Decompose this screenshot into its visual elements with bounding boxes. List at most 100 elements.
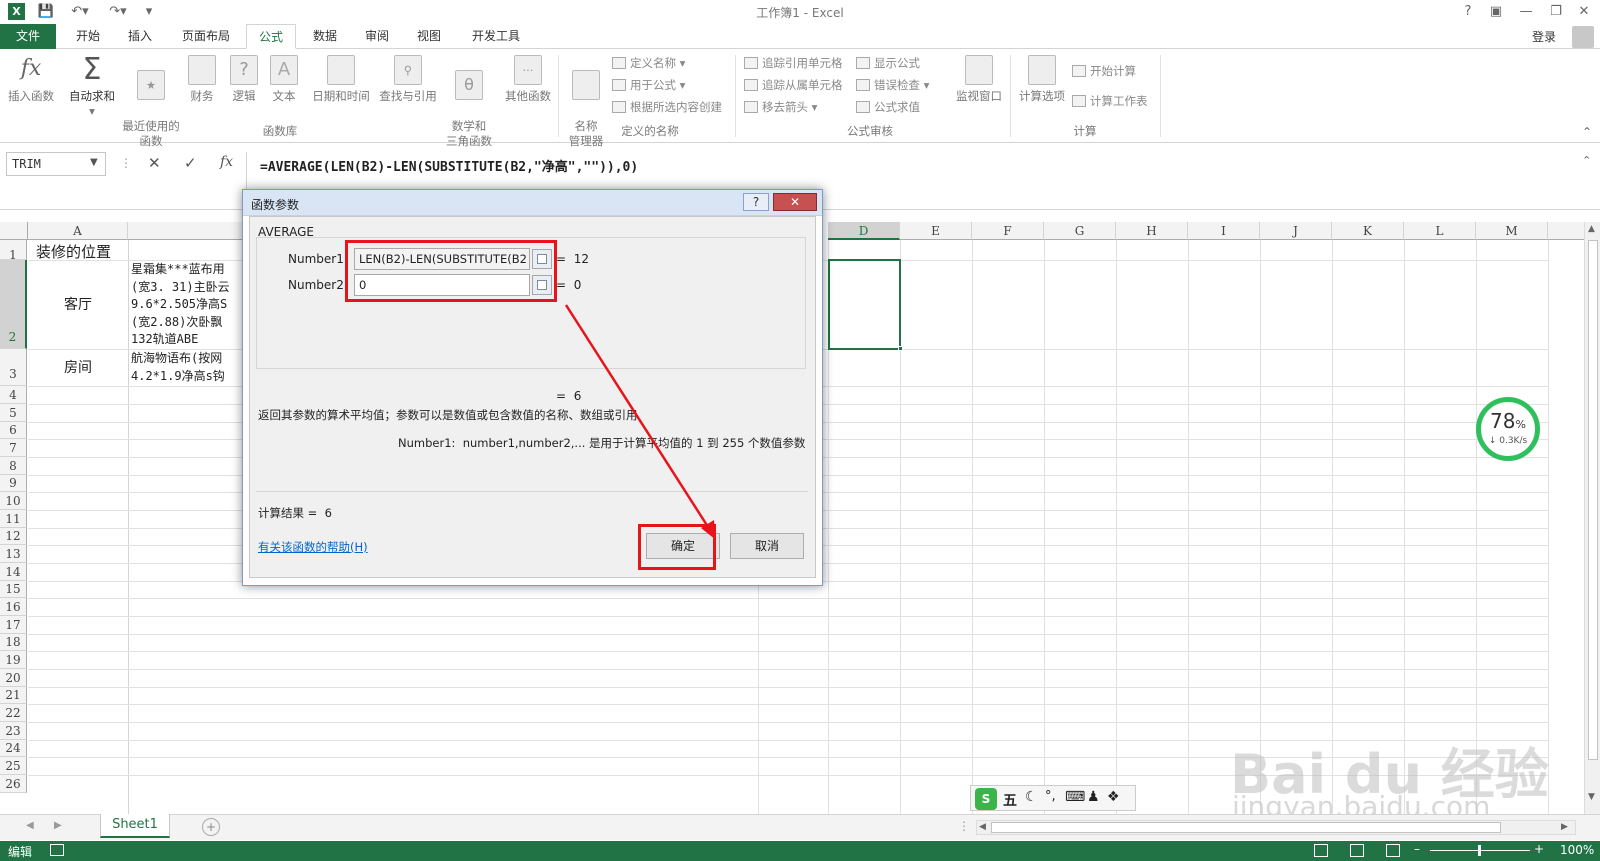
login-link[interactable]: 登录 <box>1532 28 1556 45</box>
recent-functions-button[interactable]: ★ 最近使用的 函数 <box>120 53 182 148</box>
column-header-k[interactable]: K <box>1332 222 1404 240</box>
error-checking-button[interactable]: 错误检查 ▾ <box>856 75 929 95</box>
cell-b2[interactable]: 星霜集***蓝布用 (宽3. 31)主卧云 9.6*2.505净高S (宽2.8… <box>131 261 251 349</box>
close-icon[interactable]: ✕ <box>1576 3 1592 21</box>
row-header-25[interactable]: 25 <box>0 757 27 775</box>
column-header-d[interactable]: D <box>828 222 900 240</box>
fill-handle[interactable] <box>898 346 903 351</box>
network-speed-widget[interactable]: 78% ↓ 0.3K/s <box>1476 397 1540 461</box>
restore-icon[interactable]: ❐ <box>1548 3 1564 21</box>
text-button[interactable]: A 文本 <box>268 53 300 129</box>
page-layout-view-icon[interactable] <box>1350 844 1364 857</box>
row-header-3[interactable]: 3 <box>0 349 27 386</box>
tab-developer[interactable]: 开发工具 <box>462 24 530 49</box>
column-header-m[interactable]: M <box>1476 222 1548 240</box>
row-header-21[interactable]: 21 <box>0 687 27 704</box>
row-header-20[interactable]: 20 <box>0 669 27 687</box>
page-break-view-icon[interactable] <box>1386 844 1400 857</box>
row-header-8[interactable]: 8 <box>0 457 27 475</box>
tab-home[interactable]: 开始 <box>64 24 112 49</box>
sheet-prev-icon[interactable]: ◀ <box>26 820 34 831</box>
row-header-11[interactable]: 11 <box>0 510 27 528</box>
horizontal-scrollbar[interactable]: ◀ ▶ <box>976 820 1576 835</box>
moon-icon[interactable]: ☾ <box>1025 789 1038 805</box>
sheet-next-icon[interactable]: ▶ <box>54 820 62 831</box>
insert-function-button[interactable]: fx 插入函数 <box>4 53 58 129</box>
sogou-s-icon[interactable]: S <box>975 788 997 810</box>
scroll-down-icon[interactable]: ▼ <box>1588 792 1595 802</box>
row-header-19[interactable]: 19 <box>0 651 27 669</box>
fx-insert-icon[interactable]: fx <box>220 154 233 170</box>
cell-b3[interactable]: 航海物语布(按网 4.2*1.9净高s钩 <box>131 350 251 385</box>
zoom-level[interactable]: 100% <box>1560 843 1594 857</box>
macro-record-icon[interactable] <box>50 844 64 856</box>
column-header-j[interactable]: J <box>1260 222 1332 240</box>
cell-a2[interactable]: 客厅 <box>28 294 128 314</box>
dialog-help-icon[interactable]: ? <box>743 193 769 211</box>
row-header-7[interactable]: 7 <box>0 439 27 457</box>
scroll-up-icon[interactable]: ▲ <box>1588 224 1595 234</box>
show-formulas-button[interactable]: 显示公式 <box>856 53 920 73</box>
calc-now-button[interactable]: 开始计算 <box>1072 61 1136 81</box>
add-sheet-icon[interactable]: + <box>202 818 220 836</box>
column-header-g[interactable]: G <box>1044 222 1116 240</box>
selected-cell-d2[interactable] <box>828 259 901 350</box>
row-header-9[interactable]: 9 <box>0 475 27 492</box>
punctuation-icon[interactable]: °, <box>1045 789 1056 804</box>
logical-button[interactable]: ? 逻辑 <box>228 53 260 129</box>
trace-dependents-button[interactable]: 追踪从属单元格 <box>744 75 843 95</box>
lookup-button[interactable]: ⚲ 查找与引用 <box>376 53 440 129</box>
function-help-link[interactable]: 有关该函数的帮助(H) <box>258 539 368 555</box>
remove-arrows-button[interactable]: 移去箭头 ▾ <box>744 97 817 117</box>
row-header-10[interactable]: 10 <box>0 492 27 510</box>
financial-button[interactable]: 财务 <box>186 53 218 129</box>
vertical-scroll-thumb[interactable] <box>1588 240 1598 760</box>
row-header-17[interactable]: 17 <box>0 616 27 634</box>
row-header-26[interactable]: 26 <box>0 775 27 793</box>
tab-formulas[interactable]: 公式 <box>246 24 296 49</box>
watch-window-button[interactable]: 监视窗口 <box>952 53 1006 129</box>
horizontal-scroll-thumb[interactable] <box>991 822 1501 833</box>
tab-insert[interactable]: 插入 <box>116 24 164 49</box>
enter-entry-icon[interactable]: ✓ <box>184 154 197 172</box>
row-header-2[interactable]: 2 <box>0 260 27 349</box>
name-manager-button[interactable]: 名称 管理器 <box>562 53 610 148</box>
column-header-l[interactable]: L <box>1404 222 1476 240</box>
row-header-24[interactable]: 24 <box>0 740 27 757</box>
tab-review[interactable]: 审阅 <box>354 24 400 49</box>
datetime-button[interactable]: 日期和时间 <box>310 53 372 129</box>
column-header-i[interactable]: I <box>1188 222 1260 240</box>
help-icon[interactable]: ? <box>1460 3 1476 21</box>
formula-input[interactable]: =AVERAGE(LEN(B2)-LEN(SUBSTITUTE(B2,"净高",… <box>260 156 638 175</box>
scroll-left-icon[interactable]: ◀ <box>979 822 986 832</box>
autosum-button[interactable]: Σ 自动求和 ▾ <box>66 53 118 129</box>
ime-wubi-label[interactable]: 五 <box>1003 790 1017 810</box>
normal-view-icon[interactable] <box>1314 844 1328 857</box>
row-header-16[interactable]: 16 <box>0 598 27 616</box>
column-header-e[interactable]: E <box>900 222 972 240</box>
tab-file[interactable]: 文件 <box>0 24 56 49</box>
column-header-a[interactable]: A <box>28 222 128 240</box>
more-functions-button[interactable]: ⋯ 其他函数 <box>502 53 554 129</box>
cell-a3[interactable]: 房间 <box>28 357 128 377</box>
dialog-close-icon[interactable]: ✕ <box>773 193 817 211</box>
avatar[interactable] <box>1572 26 1594 48</box>
tab-split-grip[interactable]: ⋮ <box>958 819 970 833</box>
minimize-icon[interactable]: — <box>1518 3 1534 21</box>
row-header-12[interactable]: 12 <box>0 528 27 545</box>
row-header-4[interactable]: 4 <box>0 386 27 404</box>
row-header-6[interactable]: 6 <box>0 422 27 439</box>
name-box-dropdown-icon[interactable]: ▼ <box>90 157 98 168</box>
keyboard-icon[interactable]: ⌨ <box>1065 789 1085 805</box>
math-trig-button[interactable]: θ 数学和 三角函数 <box>440 53 498 148</box>
evaluate-formula-button[interactable]: 公式求值 <box>856 97 920 117</box>
user-icon[interactable]: ♟ <box>1087 789 1100 805</box>
row-header-1[interactable]: 1 <box>0 240 27 262</box>
expand-formula-bar-icon[interactable]: ⌃ <box>1582 154 1591 167</box>
row-header-18[interactable]: 18 <box>0 634 27 651</box>
ribbon-display-icon[interactable]: ▣ <box>1488 3 1504 21</box>
column-header-f[interactable]: F <box>972 222 1044 240</box>
cancel-entry-icon[interactable]: ✕ <box>148 154 161 172</box>
dialog-titlebar[interactable]: 函数参数 ? ✕ <box>243 190 822 216</box>
use-in-formula-button[interactable]: 用于公式 ▾ <box>612 75 685 95</box>
